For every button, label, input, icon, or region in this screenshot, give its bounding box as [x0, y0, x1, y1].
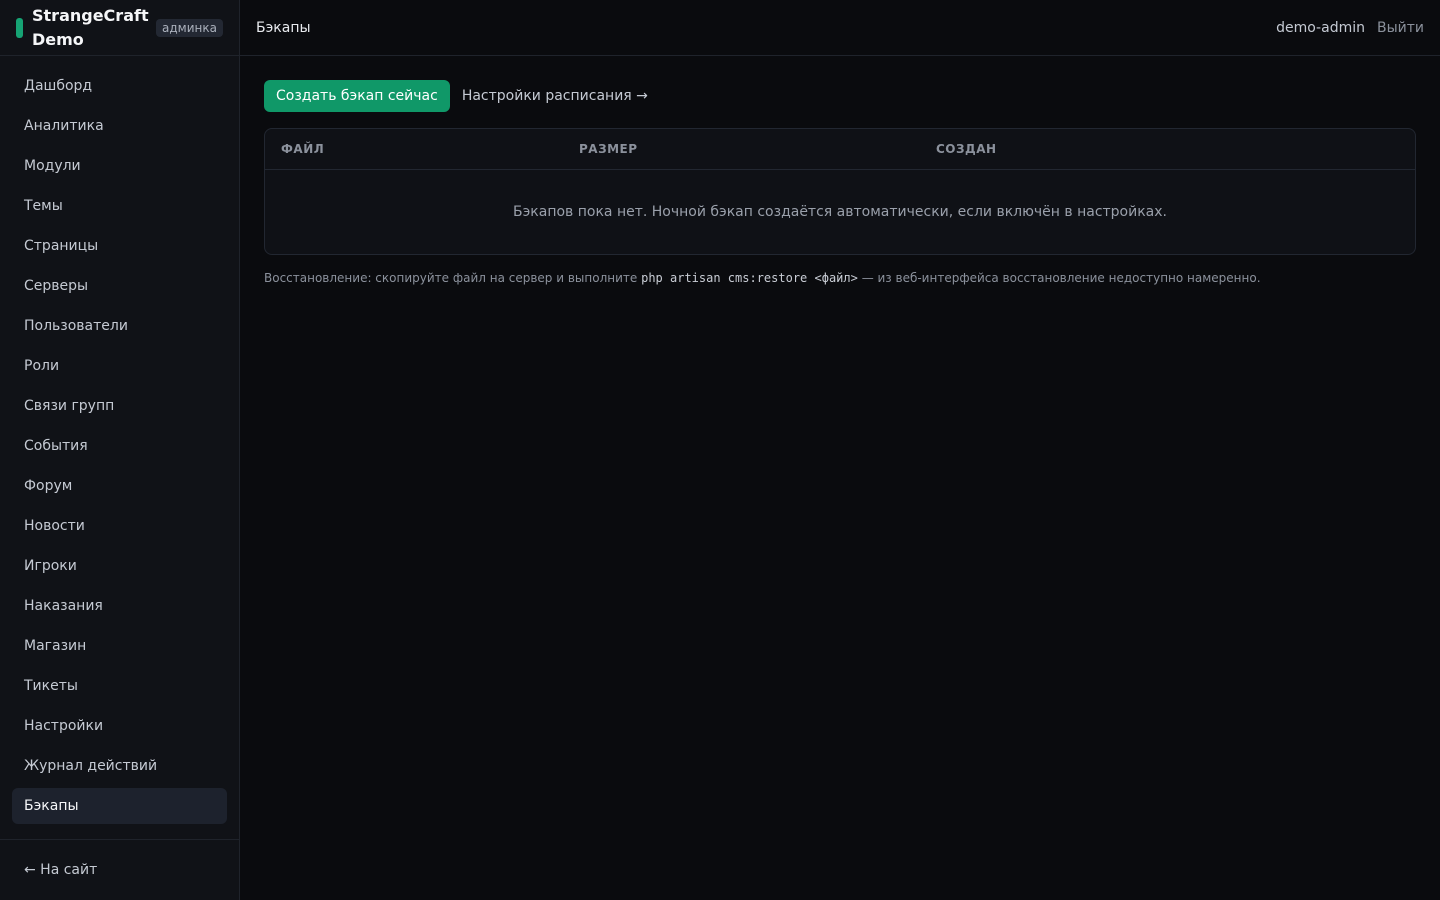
restore-note: Восстановление: скопируйте файл на серве… [264, 271, 1416, 285]
sidebar-item-label: Магазин [24, 638, 87, 654]
brand: StrangeCraft Demo админка [0, 0, 239, 56]
sidebar-item-events[interactable]: События [12, 428, 227, 464]
logout-button[interactable]: Выйти [1377, 20, 1424, 36]
sidebar-item-forum[interactable]: Форум [12, 468, 227, 504]
topbar: Бэкапы demo-admin Выйти [240, 0, 1440, 56]
column-header-size: РАЗМЕР [579, 142, 638, 156]
sidebar-item-label: Новости [24, 518, 85, 534]
sidebar-item-players[interactable]: Игроки [12, 548, 227, 584]
sidebar-item-servers[interactable]: Серверы [12, 268, 227, 304]
table-header: ФАЙЛ РАЗМЕР СОЗДАН [265, 129, 1415, 170]
sidebar-item-label: Наказания [24, 598, 103, 614]
sidebar-item-label: Страницы [24, 238, 99, 254]
sidebar-item-activity-log[interactable]: Журнал действий [12, 748, 227, 784]
column-header-created: СОЗДАН [936, 142, 997, 156]
restore-note-prefix: Восстановление: скопируйте файл на серве… [264, 271, 638, 285]
sidebar-item-label: Настройки [24, 718, 104, 734]
actions-bar: Создать бэкап сейчас Настройки расписани… [264, 80, 1416, 112]
brand-logo-bar [16, 17, 23, 38]
sidebar-item-label: Аналитика [24, 118, 104, 134]
sidebar-item-dashboard[interactable]: Дашборд [12, 68, 227, 104]
sidebar-item-label: Роли [24, 358, 60, 374]
restore-note-suffix: — из веб-интерфейса восстановление недос… [861, 271, 1261, 285]
main-content: Создать бэкап сейчас Настройки расписани… [264, 80, 1416, 285]
sidebar-footer: ← На сайт [0, 839, 239, 900]
sidebar-item-label: Игроки [24, 558, 77, 574]
restore-command: php artisan cms:restore <файл> [641, 271, 858, 285]
sidebar-item-label: Связи групп [24, 398, 115, 414]
sidebar-item-label: Форум [24, 478, 73, 494]
sidebar-item-punishments[interactable]: Наказания [12, 588, 227, 624]
sidebar-item-news[interactable]: Новости [12, 508, 227, 544]
schedule-settings-link[interactable]: Настройки расписания → [462, 88, 648, 104]
sidebar-item-backups[interactable]: Бэкапы [12, 788, 227, 824]
sidebar-item-analytics[interactable]: Аналитика [12, 108, 227, 144]
sidebar-item-group-links[interactable]: Связи групп [12, 388, 227, 424]
sidebar-item-users[interactable]: Пользователи [12, 308, 227, 344]
sidebar-item-settings[interactable]: Настройки [12, 708, 227, 744]
sidebar-item-label: Тикеты [24, 678, 78, 694]
sidebar-item-tickets[interactable]: Тикеты [12, 668, 227, 704]
sidebar-item-modules[interactable]: Модули [12, 148, 227, 184]
empty-state-message: Бэкапов пока нет. Ночной бэкап создаётся… [513, 204, 1167, 220]
current-user: demo-admin [1276, 19, 1365, 36]
sidebar-nav: Дашборд Аналитика Модули Темы Страницы Сервер… [0, 56, 239, 824]
back-to-site-link[interactable]: ← На сайт [24, 862, 97, 878]
sidebar-item-label: Бэкапы [24, 798, 79, 814]
column-header-file: ФАЙЛ [281, 142, 325, 156]
sidebar-item-label: Журнал действий [24, 758, 158, 774]
brand-name: StrangeCraft Demo [32, 5, 149, 49]
sidebar-item-label: Дашборд [24, 78, 93, 94]
sidebar-item-roles[interactable]: Роли [12, 348, 227, 384]
page-title: Бэкапы [256, 19, 311, 36]
topbar-user-area: demo-admin Выйти [1276, 20, 1424, 36]
sidebar-item-label: События [24, 438, 88, 454]
backups-table: ФАЙЛ РАЗМЕР СОЗДАН Бэкапов пока нет. Ноч… [264, 128, 1416, 255]
sidebar-item-label: Серверы [24, 278, 89, 294]
sidebar: StrangeCraft Demo админка Дашборд Аналити… [0, 0, 240, 900]
create-backup-button[interactable]: Создать бэкап сейчас [264, 80, 450, 112]
sidebar-item-label: Темы [24, 198, 63, 214]
sidebar-item-themes[interactable]: Темы [12, 188, 227, 224]
sidebar-item-shop[interactable]: Магазин [12, 628, 227, 664]
sidebar-item-label: Модули [24, 158, 81, 174]
sidebar-item-pages[interactable]: Страницы [12, 228, 227, 264]
sidebar-item-label: Пользователи [24, 318, 128, 334]
admin-badge: админка [156, 18, 223, 37]
